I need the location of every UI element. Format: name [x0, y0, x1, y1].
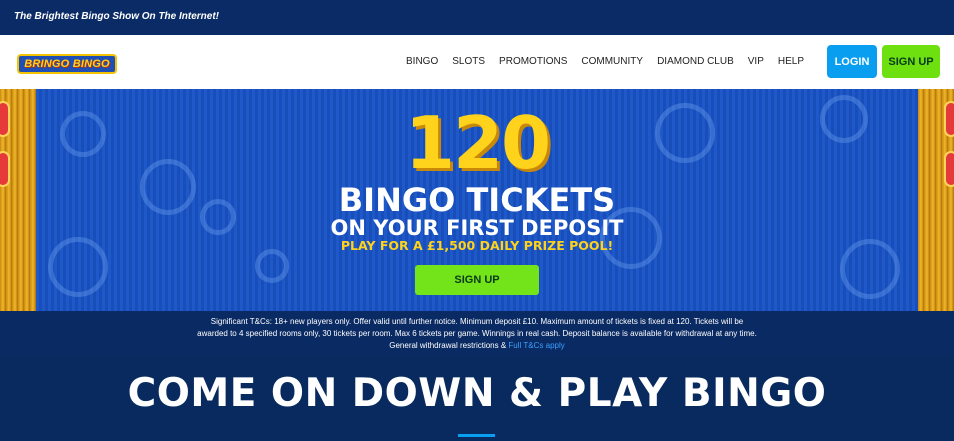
top-banner: The Brightest Bingo Show On The Internet…: [0, 0, 954, 35]
nav-item-promotions[interactable]: PROMOTIONS: [499, 56, 567, 67]
nav-item-slots[interactable]: SLOTS: [452, 56, 485, 67]
bingo-ball-decoration: [255, 249, 289, 283]
logo-text: BRINGO BINGO: [24, 58, 110, 70]
full-terms-link[interactable]: Full T&Cs apply: [508, 341, 564, 350]
terms-text: Significant T&Cs: 18+ new players only. …: [197, 317, 757, 350]
section-title: COME ON DOWN & PLAY BINGO: [127, 371, 827, 416]
nav-item-diamond-club[interactable]: DIAMOND CLUB: [657, 56, 734, 67]
login-button[interactable]: LOGIN: [827, 45, 877, 78]
nav-item-community[interactable]: COMMUNITY: [581, 56, 643, 67]
terms-paragraph: Significant T&Cs: 18+ new players only. …: [197, 316, 757, 352]
title-underline: [458, 434, 495, 437]
main-nav: BINGO SLOTS PROMOTIONS COMMUNITY DIAMOND…: [392, 56, 804, 67]
hero-ticket-count: 120: [404, 101, 551, 185]
hero-prize-text: PLAY FOR A £1,500 DAILY PRIZE POOL!: [340, 238, 614, 253]
hero-headline: BINGO TICKETS: [338, 181, 616, 219]
nav-item-bingo[interactable]: BINGO: [406, 56, 438, 67]
tagline: The Brightest Bingo Show On The Internet…: [14, 11, 219, 22]
nav-item-help[interactable]: HELP: [778, 56, 804, 67]
navigation-bar: BRINGO BINGO BINGO SLOTS PROMOTIONS COMM…: [0, 35, 954, 89]
promo-section: COME ON DOWN & PLAY BINGO: [0, 357, 954, 441]
terms-notice: Significant T&Cs: 18+ new players only. …: [0, 311, 954, 357]
hero-signup-button[interactable]: SIGN UP: [415, 265, 539, 295]
hero-subheadline: ON YOUR FIRST DEPOSIT: [330, 216, 624, 240]
nav-item-vip[interactable]: VIP: [748, 56, 764, 67]
brand-logo[interactable]: BRINGO BINGO: [17, 54, 117, 74]
hero-banner: 120 BINGO TICKETS ON YOUR FIRST DEPOSIT …: [0, 89, 954, 311]
signup-button[interactable]: SIGN UP: [882, 45, 940, 78]
